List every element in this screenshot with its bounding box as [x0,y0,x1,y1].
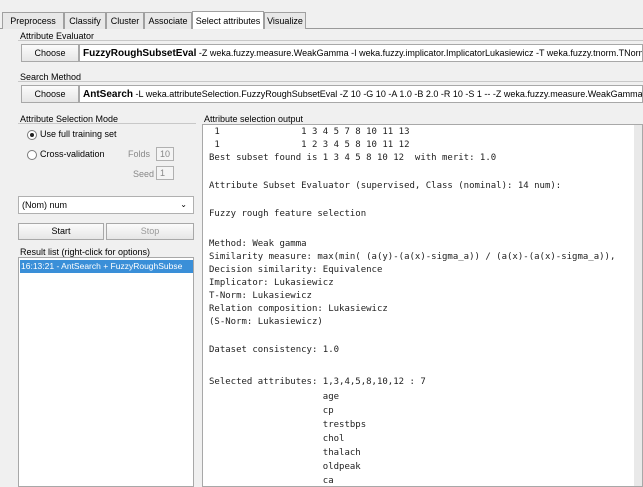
output-line: 1 1 3 4 5 7 8 10 11 13 [209,127,410,137]
evaluator-config-field[interactable]: FuzzyRoughSubsetEval -Z weka.fuzzy.measu… [79,44,643,62]
output-line: Selected attributes: 1,3,4,5,8,10,12 : 7 [209,377,426,387]
use-training-label: Use full training set [40,129,117,139]
output-panel[interactable]: 1 1 3 4 5 7 8 10 11 13 1 1 2 3 4 5 8 10 … [202,124,643,487]
stop-button[interactable]: Stop [106,223,194,240]
output-line: Attribute Subset Evaluator (supervised, … [209,181,562,191]
class-select-value: (Nom) num [22,200,68,210]
start-button[interactable]: Start [18,223,104,240]
output-line: Relation composition: Lukasiewicz [209,304,388,314]
tab-cluster[interactable]: Cluster [106,12,144,29]
tab-visualize[interactable]: Visualize [264,12,306,29]
seed-input[interactable]: 1 [156,166,174,180]
tab-select-attributes[interactable]: Select attributes [192,11,264,29]
evaluator-options: -Z weka.fuzzy.measure.WeakGamma -I weka.… [198,48,643,58]
output-line: oldpeak [209,462,361,472]
search-config-field[interactable]: AntSearch -L weka.attributeSelection.Fuz… [79,85,643,103]
output-line: Best subset found is 1 3 4 5 8 10 12 wit… [209,153,497,163]
chevron-down-icon: ⌄ [180,200,187,209]
output-line: Decision similarity: Equivalence [209,265,383,275]
divider [18,123,196,124]
output-line: (S-Norm: Lukasiewicz) [209,317,323,327]
tab-preprocess[interactable]: Preprocess [2,12,64,29]
choose-evaluator-button[interactable]: Choose [21,44,79,62]
output-line: age [209,392,340,402]
divider [18,81,643,82]
use-training-radio[interactable] [27,130,37,140]
tab-associate[interactable]: Associate [144,12,192,29]
result-list[interactable]: 16:13:21 - AntSearch + FuzzyRoughSubse [18,257,194,487]
tab-bar: Preprocess Classify Cluster Associate Se… [0,11,643,29]
output-line: 1 1 2 3 4 5 8 10 11 12 [209,140,410,150]
choose-search-button[interactable]: Choose [21,85,79,103]
output-label: Attribute selection output [204,114,304,124]
output-line: thalach [209,448,361,458]
search-options: -L weka.attributeSelection.FuzzyRoughSub… [135,89,643,99]
output-line: Implicator: Lukasiewicz [209,278,334,288]
output-line: cp [209,406,334,416]
result-list-label: Result list (right-click for options) [20,247,151,257]
tab-classify[interactable]: Classify [64,12,106,29]
cross-validation-label: Cross-validation [40,149,105,159]
list-item[interactable]: 16:13:21 - AntSearch + FuzzyRoughSubse [20,260,193,273]
folds-input[interactable]: 10 [156,147,174,161]
output-line: Fuzzy rough feature selection [209,209,367,219]
output-line: T-Norm: Lukasiewicz [209,291,312,301]
output-line: trestbps [209,420,367,430]
class-select[interactable]: (Nom) num ⌄ [18,196,194,214]
evaluator-name: FuzzyRoughSubsetEval [83,48,197,59]
seed-label: Seed [133,169,155,179]
output-scrollbar[interactable] [634,125,642,486]
divider [18,40,643,41]
folds-label: Folds [128,149,151,159]
output-line: Method: Weak gamma [209,239,307,249]
cross-validation-radio[interactable] [27,150,37,160]
search-name: AntSearch [83,89,134,100]
output-line: Similarity measure: max(min( (a(y)-(a(x)… [209,252,616,262]
output-line: ca [209,476,334,486]
output-line: chol [209,434,345,444]
output-line: Dataset consistency: 1.0 [209,345,340,355]
